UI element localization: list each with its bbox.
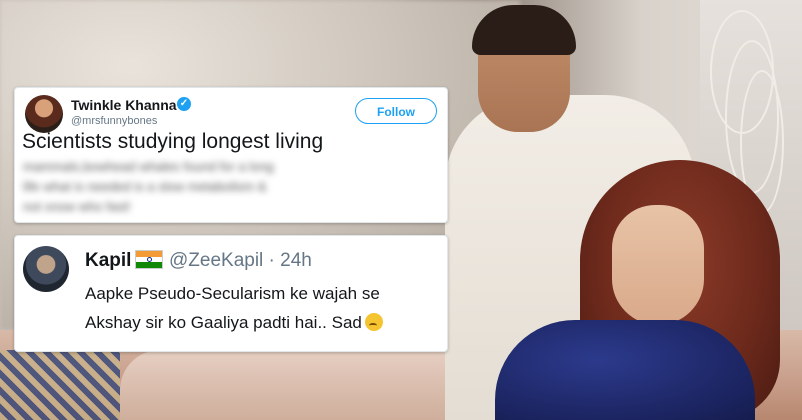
- follow-button[interactable]: Follow: [355, 98, 437, 124]
- author-name[interactable]: Kapil: [85, 250, 131, 272]
- woman-face: [612, 205, 704, 325]
- tweet-text-line: Akshay sir ko Gaaliya padti hai.. Sad: [85, 313, 362, 332]
- tweet-card-reply[interactable]: Kapil @ZeeKapil · 24h Aapke Pseudo-Secul…: [14, 235, 448, 352]
- avatar[interactable]: [23, 246, 69, 292]
- thinking-face-icon: [364, 313, 383, 331]
- tweet-text-line: Aapke Pseudo-Secularism ke wajah se: [85, 284, 380, 303]
- blurred-text-line: mammals,bowhead whales found for a long: [23, 159, 274, 174]
- tweet-text: Scientists studying longest living: [22, 130, 324, 153]
- author-name[interactable]: Twinkle Khanna: [71, 97, 177, 113]
- india-flag-icon: [135, 250, 163, 269]
- blurred-text-line: not xnow who fast!: [23, 199, 131, 214]
- woman-dress: [495, 320, 755, 420]
- author-handle[interactable]: @mrsfunnybones: [71, 115, 157, 127]
- avatar[interactable]: [25, 95, 63, 133]
- patterned-pillow: [0, 350, 120, 420]
- verified-badge-icon: ✓: [177, 97, 191, 111]
- tweet-text-line-with-emoji: Akshay sir ko Gaaliya padti hai.. Sad: [85, 313, 383, 333]
- man-hair: [472, 5, 576, 55]
- author-handle-time[interactable]: @ZeeKapil · 24h: [169, 250, 312, 272]
- blurred-text-line: life what is needed is a slow metabolism…: [23, 179, 267, 194]
- tweet-card-primary[interactable]: Twinkle Khanna ✓ @mrsfunnybones Follow S…: [14, 87, 448, 223]
